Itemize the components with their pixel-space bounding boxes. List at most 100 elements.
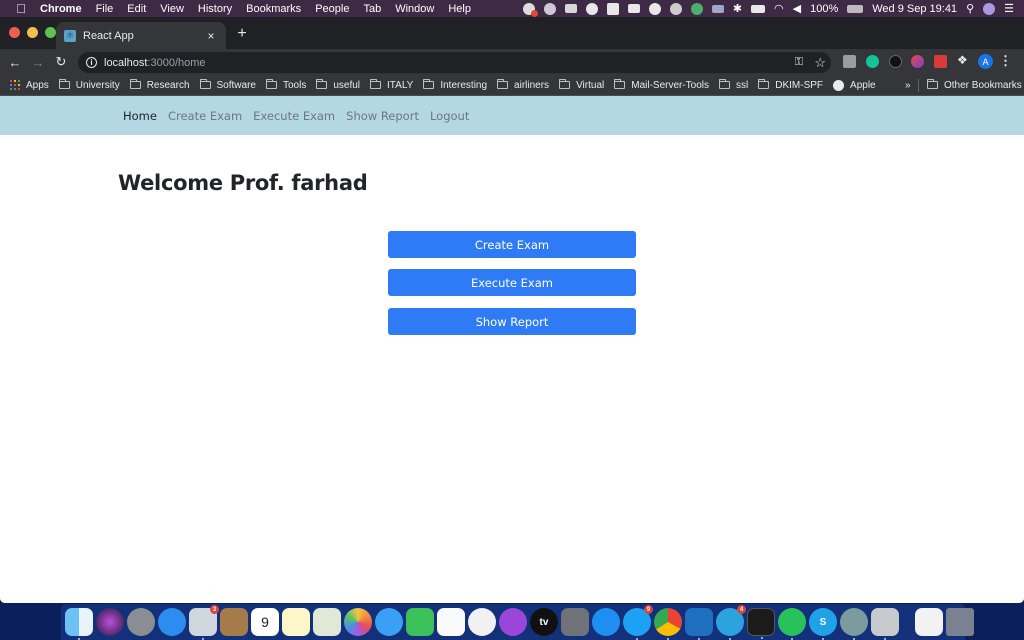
nav-execute-exam[interactable]: Execute Exam: [253, 109, 335, 123]
chrome-menu-icon[interactable]: ⋮: [999, 53, 1012, 69]
dock-calendar-icon[interactable]: 9: [251, 608, 279, 636]
bookmark-folder-tools[interactable]: Tools: [265, 79, 306, 91]
dock-launchpad-icon[interactable]: [127, 608, 155, 636]
profile-avatar[interactable]: A: [978, 54, 993, 69]
bluetooth-icon[interactable]: ✱: [733, 2, 742, 15]
bookmark-folder-software[interactable]: Software: [199, 79, 256, 91]
dock-siri-icon[interactable]: [96, 608, 124, 636]
dock-telegram-icon[interactable]: 4: [716, 605, 746, 640]
cloud-sync-icon[interactable]: [543, 2, 556, 15]
keyboard-brightness-icon[interactable]: [751, 4, 766, 13]
shield-check-icon[interactable]: [585, 2, 598, 15]
dock-podcasts-icon[interactable]: [499, 608, 527, 636]
menu-tab[interactable]: Tab: [363, 3, 381, 15]
menu-history[interactable]: History: [198, 3, 232, 15]
us-flag-input-icon[interactable]: [711, 4, 724, 13]
show-report-button[interactable]: Show Report: [388, 308, 636, 335]
dock-tv-icon[interactable]: tv: [530, 608, 558, 636]
window-close-button[interactable]: [9, 27, 20, 38]
dock-safari-icon[interactable]: [158, 608, 186, 636]
shazam-icon[interactable]: [648, 2, 661, 15]
create-exam-button[interactable]: Create Exam: [388, 231, 636, 258]
menu-window[interactable]: Window: [395, 3, 434, 15]
bookmark-star-icon[interactable]: ☆: [814, 55, 826, 71]
dock-contacts-icon[interactable]: [220, 608, 248, 636]
notification-center-icon[interactable]: ☰: [1004, 2, 1014, 15]
menu-chrome[interactable]: Chrome: [40, 3, 82, 15]
dock-system-preferences-icon[interactable]: [561, 608, 589, 636]
menu-help[interactable]: Help: [448, 3, 471, 15]
apple-logo-icon[interactable]: : [14, 1, 28, 16]
bookmark-folder-interesting[interactable]: Interesting: [423, 79, 487, 91]
bookmark-folder-italy[interactable]: ITALY: [370, 79, 413, 91]
tab-react-app[interactable]: ⚛ React App ×: [56, 22, 226, 49]
dock-vscode-icon[interactable]: [685, 608, 713, 640]
bookmark-folder-dkim-spf[interactable]: DKIM-SPF: [758, 79, 823, 91]
dock-vlc-icon[interactable]: [915, 608, 943, 636]
grammarly-extension-icon[interactable]: [866, 55, 879, 68]
dock-messages-icon[interactable]: [375, 608, 403, 636]
bookmark-folder-virtual[interactable]: Virtual: [559, 79, 604, 91]
bookmark-folder-mail-server-tools[interactable]: Mail-Server-Tools: [614, 79, 709, 91]
dock-terminal-icon[interactable]: [747, 608, 775, 639]
nav-logout[interactable]: Logout: [430, 109, 469, 123]
dock-photos-icon[interactable]: [344, 608, 372, 636]
extension-red-icon[interactable]: [934, 55, 947, 68]
site-info-icon[interactable]: i: [86, 57, 97, 68]
extensions-puzzle-icon[interactable]: ❖: [957, 53, 970, 67]
wifi-icon[interactable]: ◠: [774, 2, 784, 15]
spotlight-search-icon[interactable]: ⚲: [966, 2, 974, 15]
dock-app-store-icon[interactable]: [592, 608, 620, 636]
stack-icon[interactable]: [627, 4, 640, 13]
window-minimize-button[interactable]: [27, 27, 38, 38]
battery-percent[interactable]: 100%: [810, 3, 838, 15]
reload-button[interactable]: ↻: [53, 54, 69, 70]
dock-twitter-icon[interactable]: 9: [623, 605, 653, 640]
nav-show-report[interactable]: Show Report: [346, 109, 419, 123]
dock-mail-icon[interactable]: 3: [189, 605, 219, 640]
menu-view[interactable]: View: [160, 3, 184, 15]
dock-trash-icon[interactable]: [946, 608, 974, 636]
password-key-icon[interactable]: ⚿: [795, 56, 803, 69]
dock-music-icon[interactable]: [468, 608, 496, 636]
notification-app-icon[interactable]: [522, 2, 538, 17]
new-tab-button[interactable]: +: [234, 25, 250, 43]
dock-database-icon[interactable]: [871, 608, 899, 640]
docker-icon[interactable]: [564, 4, 577, 13]
extension-cube-icon[interactable]: [889, 55, 902, 68]
menu-edit[interactable]: Edit: [127, 3, 146, 15]
bookmark-folder-ssl[interactable]: ssl: [719, 79, 748, 91]
nav-home[interactable]: Home: [123, 109, 157, 123]
bookmark-apple[interactable]: Apple: [833, 79, 876, 91]
bookmark-folder-university[interactable]: University: [58, 79, 120, 91]
dock-whatsapp-icon[interactable]: [778, 608, 806, 640]
battery-icon[interactable]: [847, 4, 864, 13]
bookmarks-overflow-button[interactable]: »: [905, 80, 911, 91]
n-app-icon[interactable]: [690, 2, 703, 15]
extension-mail-icon[interactable]: [843, 55, 856, 68]
dock-skype-icon[interactable]: S: [809, 608, 837, 640]
extension-color-icon[interactable]: [911, 55, 924, 68]
dock-network-utility-icon[interactable]: [840, 608, 868, 640]
menu-bookmarks[interactable]: Bookmarks: [246, 3, 301, 15]
dock-finder-icon[interactable]: [65, 608, 93, 640]
address-bar[interactable]: i localhost:3000/home ⚿ ☆: [78, 52, 831, 73]
back-button[interactable]: ←: [7, 54, 23, 70]
clock[interactable]: Wed 9 Sep 19:41: [872, 3, 957, 15]
dock-reminders-icon[interactable]: [437, 608, 465, 636]
menu-file[interactable]: File: [96, 3, 114, 15]
bookmark-folder-research[interactable]: Research: [129, 79, 190, 91]
menu-people[interactable]: People: [315, 3, 349, 15]
dock-facetime-icon[interactable]: [406, 608, 434, 636]
window-maximize-button[interactable]: [45, 27, 56, 38]
vpn-disconnected-icon[interactable]: [669, 2, 682, 15]
volume-icon[interactable]: ◀: [793, 2, 801, 15]
nav-create-exam[interactable]: Create Exam: [168, 109, 242, 123]
dock-chrome-icon[interactable]: [654, 608, 682, 640]
bookmark-folder-useful[interactable]: useful: [316, 79, 360, 91]
checkbox-app-icon[interactable]: [606, 2, 619, 15]
bookmark-folder-airliners[interactable]: airliners: [497, 79, 549, 91]
dock-maps-icon[interactable]: [313, 608, 341, 636]
bookmark-other-bookmarks[interactable]: Other Bookmarks: [927, 79, 1022, 91]
siri-icon[interactable]: [983, 2, 996, 15]
